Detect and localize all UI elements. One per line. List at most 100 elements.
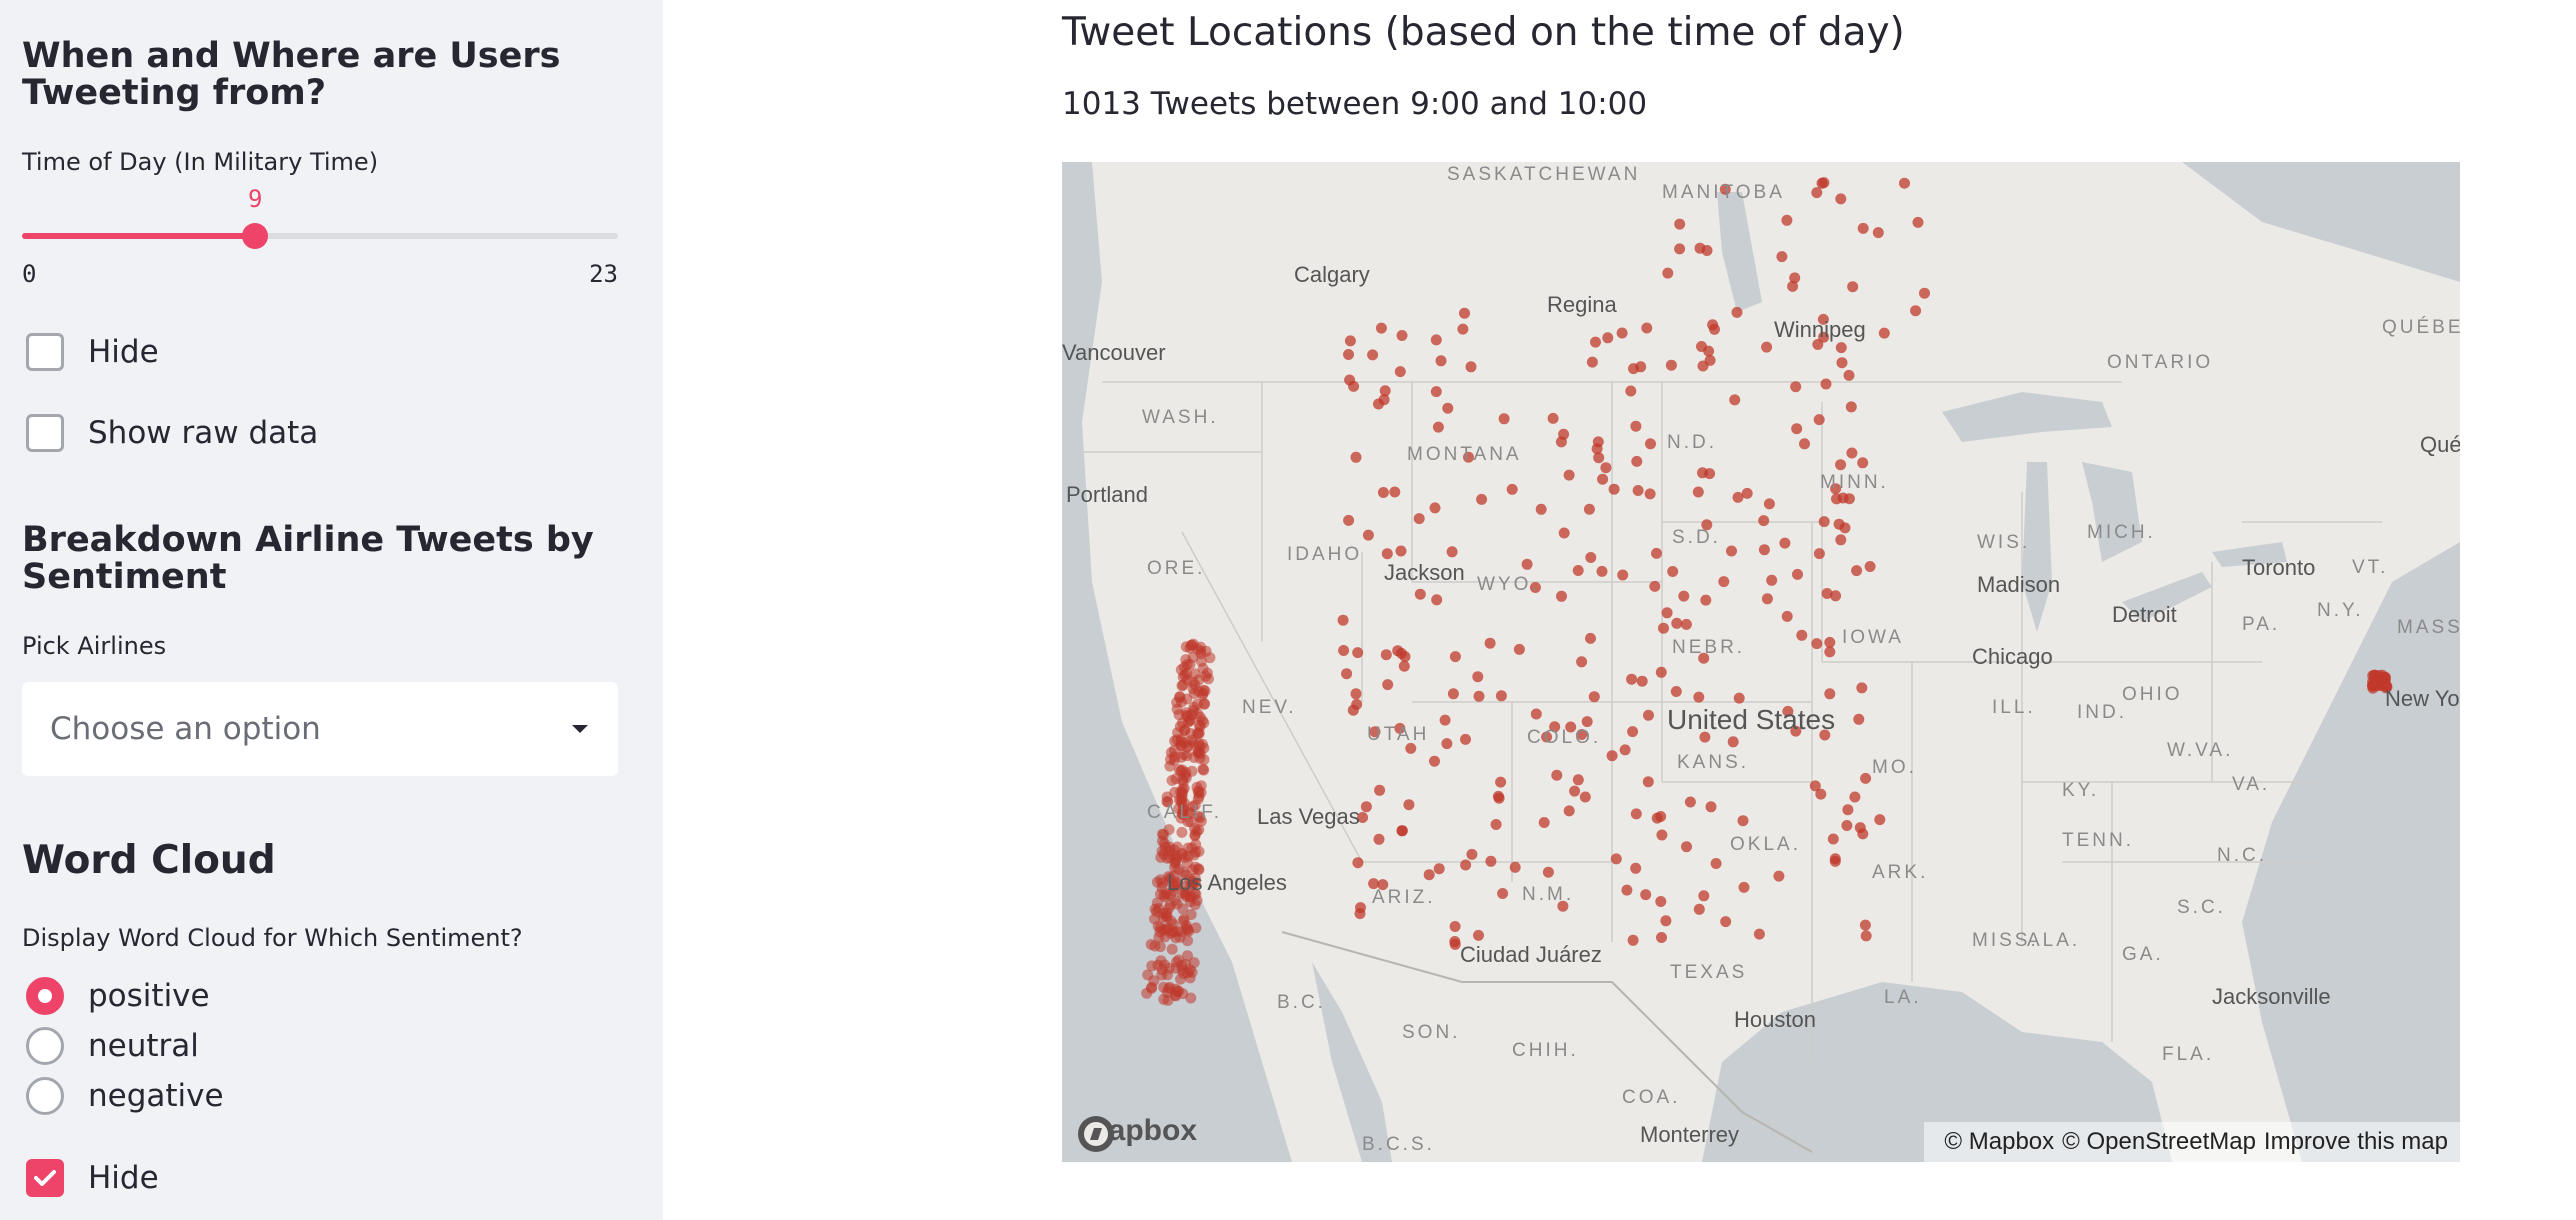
tweet-point — [1763, 498, 1775, 510]
tweet-point — [1641, 322, 1653, 334]
tweet-point — [1821, 588, 1833, 599]
checkbox-box[interactable] — [26, 414, 64, 452]
hide-wordcloud-checkbox[interactable]: Hide — [26, 1159, 159, 1197]
radio-positive[interactable]: positive — [26, 977, 210, 1015]
region-label: IDAHO — [1287, 544, 1363, 565]
tweet-point — [1352, 647, 1364, 659]
tweet-points — [1141, 177, 2393, 1006]
tweet-point — [1680, 618, 1692, 630]
radio-neutral[interactable]: neutral — [26, 1027, 199, 1065]
tweet-point — [1644, 488, 1656, 500]
tweet-point — [1196, 715, 1208, 727]
city-label: New York — [2385, 686, 2460, 711]
tweet-point — [1497, 888, 1509, 899]
tweet-point — [1423, 869, 1435, 881]
chevron-down-icon[interactable] — [570, 720, 590, 739]
tweet-map[interactable]: SASKATCHEWAN MANITOBA ONTARIO QUÉBEC WAS… — [1062, 162, 2460, 1162]
tweet-point — [1513, 643, 1525, 655]
tweet-point — [1592, 436, 1604, 448]
tweet-point — [1874, 814, 1886, 826]
tweet-point — [1495, 690, 1507, 702]
tweet-point — [1341, 668, 1353, 680]
slider-fill — [22, 233, 256, 239]
city-label: Los Angeles — [1167, 870, 1287, 895]
tweet-point — [1787, 280, 1799, 292]
tweet-point — [1344, 335, 1356, 347]
mapbox-logo[interactable]: mapbox — [1076, 1114, 1197, 1152]
tweet-point — [1542, 866, 1554, 878]
tweet-point — [1145, 939, 1157, 950]
tweet-point — [1473, 929, 1484, 941]
tweet-point — [1799, 438, 1810, 450]
tweet-point — [1166, 943, 1178, 955]
tweet-point — [1178, 661, 1190, 673]
time-slider[interactable] — [22, 223, 618, 249]
checkbox-box[interactable] — [26, 1159, 64, 1197]
slider-thumb[interactable] — [242, 223, 269, 249]
tweet-point — [1413, 513, 1425, 525]
tweet-point — [1175, 734, 1187, 746]
tweet-point — [1856, 682, 1868, 694]
tweet-point — [1200, 645, 1212, 657]
improve-map-link[interactable]: Improve this map — [2264, 1128, 2448, 1156]
region-label: ALA. — [2027, 930, 2081, 951]
tweet-point — [1835, 459, 1847, 471]
tweet-point — [1166, 775, 1178, 786]
tweet-point — [1348, 380, 1360, 392]
tweet-point — [1674, 243, 1686, 255]
tweet-point — [1718, 576, 1730, 588]
tweet-point — [1558, 527, 1570, 539]
pick-airlines-label: Pick Airlines — [22, 632, 167, 660]
tweet-point — [1824, 636, 1836, 648]
radio-label: negative — [88, 1078, 224, 1114]
tweet-point — [1839, 522, 1851, 534]
tweet-point — [1726, 545, 1737, 557]
tweet-point — [1608, 483, 1620, 495]
hide-map-checkbox[interactable]: Hide — [26, 333, 159, 371]
tweet-point — [1631, 455, 1643, 467]
tweet-point — [1899, 177, 1910, 189]
tweet-point — [1843, 493, 1855, 505]
tweet-point — [1919, 287, 1930, 299]
slider-max: 23 — [589, 260, 618, 288]
tweet-point — [1432, 421, 1444, 433]
radio-circle[interactable] — [26, 977, 64, 1015]
checkbox-label: Hide — [88, 334, 159, 370]
radio-circle[interactable] — [26, 1027, 64, 1065]
tweet-point — [1619, 744, 1631, 756]
show-raw-data-checkbox[interactable]: Show raw data — [26, 414, 318, 452]
tweet-point — [1572, 774, 1584, 786]
tweet-point — [1381, 548, 1393, 560]
tweet-point — [1435, 355, 1447, 367]
tweet-point — [1538, 817, 1550, 828]
tweet-point — [1380, 649, 1392, 661]
tweet-point — [1586, 356, 1598, 368]
tweet-point — [1625, 385, 1637, 397]
tweet-point — [1590, 336, 1601, 348]
radio-negative[interactable]: negative — [26, 1077, 224, 1115]
tweet-point — [1395, 545, 1407, 557]
attribution-osm-link[interactable]: © OpenStreetMap — [2062, 1128, 2256, 1156]
lake-superior — [1942, 392, 2112, 442]
tweet-point — [1183, 925, 1195, 937]
attribution-mapbox-link[interactable]: © Mapbox — [1944, 1128, 2054, 1156]
city-label: Jackson — [1384, 560, 1465, 585]
tweet-point — [1642, 776, 1654, 788]
lake-huron — [2082, 462, 2142, 562]
region-label: NEBR. — [1672, 637, 1746, 658]
tweet-point — [1396, 825, 1408, 837]
tweet-point — [1667, 566, 1679, 577]
radio-circle[interactable] — [26, 1077, 64, 1115]
airline-multiselect[interactable]: Choose an option — [22, 682, 618, 776]
section-title-line: Breakdown Airline Tweets by — [22, 520, 594, 560]
tweet-point — [1337, 614, 1349, 626]
tweet-point — [1696, 341, 1707, 352]
page-title: Tweet Locations (based on the time of da… — [1062, 10, 1905, 55]
tweet-point — [1460, 859, 1472, 871]
tweet-point — [1872, 227, 1884, 239]
checkbox-box[interactable] — [26, 333, 64, 371]
tweet-point — [1399, 651, 1411, 663]
region-label: S.C. — [2177, 897, 2226, 918]
tweet-point — [1429, 502, 1441, 514]
tweet-point — [1430, 334, 1442, 346]
